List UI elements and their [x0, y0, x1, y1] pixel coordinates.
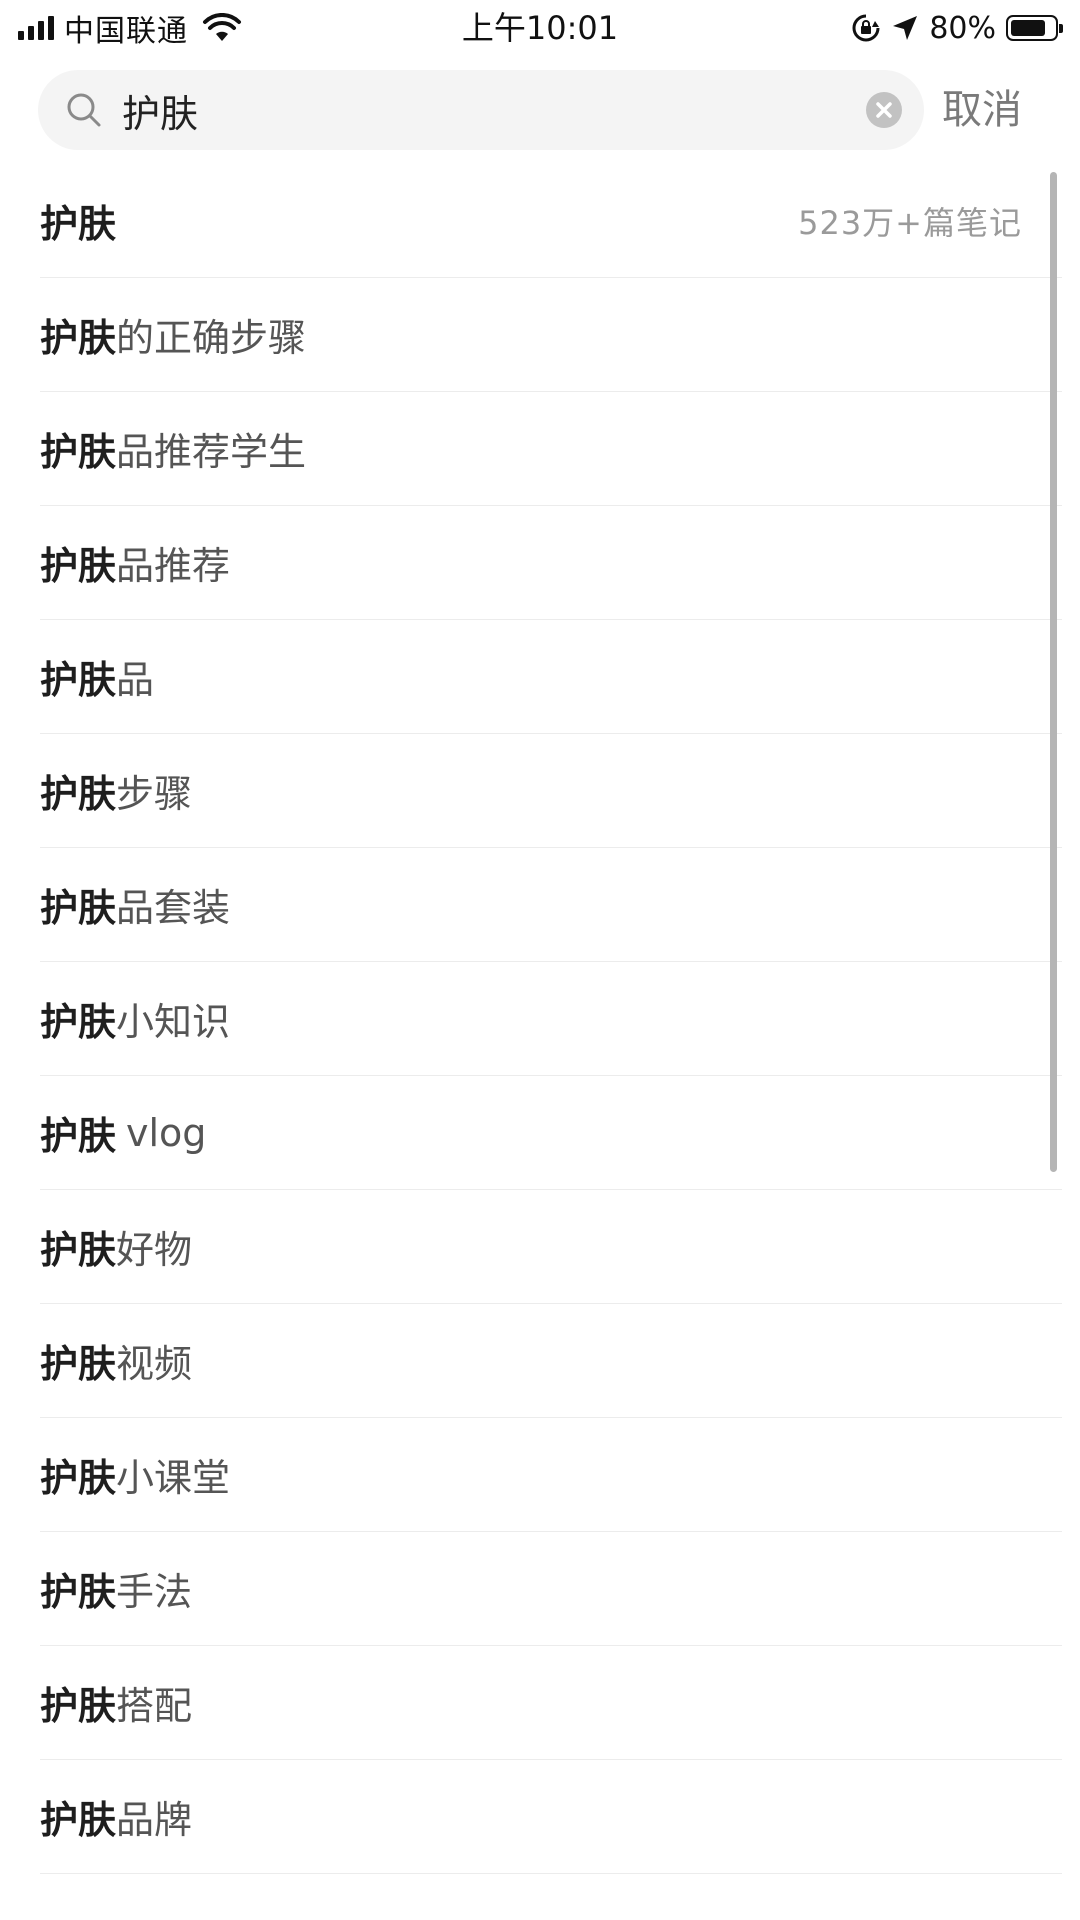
suggestion-rest: 品推荐	[116, 544, 231, 588]
suggestion-rest: vlog	[126, 1110, 207, 1155]
suggestion-rest: 步骤	[116, 772, 193, 816]
suggestion-rest: 手法	[116, 1570, 193, 1614]
suggestion-rest: 搭配	[116, 1684, 193, 1728]
suggestion-item[interactable]: 护肤品	[40, 620, 1062, 734]
battery-icon	[1006, 15, 1063, 41]
status-bar: 中国联通 上午10:01 80%	[0, 0, 1080, 56]
suggestion-item[interactable]: 护肤 小课堂	[40, 1418, 1062, 1532]
search-icon	[67, 93, 101, 127]
suggestion-item[interactable]: 护肤 523万+篇笔记	[40, 164, 1062, 278]
suggestion-keyword: 护肤	[40, 430, 117, 474]
battery-nub	[1059, 24, 1063, 33]
suggestion-item[interactable]: 护肤 步骤	[40, 734, 1062, 848]
suggestion-item[interactable]: 护肤 的正确步骤	[40, 278, 1062, 392]
suggestion-rest: 品套装	[116, 886, 231, 930]
clear-icon[interactable]	[866, 92, 902, 128]
suggestion-keyword: 护肤	[40, 1000, 117, 1044]
suggestion-item[interactable]: 护肤 搭配	[40, 1646, 1062, 1760]
suggestion-keyword: 护肤	[40, 1456, 117, 1500]
suggestion-rest: 品牌	[116, 1798, 193, 1842]
suggestion-item[interactable]: 护肤 好物	[40, 1190, 1062, 1304]
cancel-button[interactable]: 取消	[942, 70, 1022, 150]
search-header: 取消	[38, 70, 1058, 150]
suggestion-rest: 小知识	[116, 1000, 231, 1044]
suggestion-item[interactable]: 护肤 品套装	[40, 848, 1062, 962]
note-count: 523万+篇笔记	[798, 203, 1022, 242]
suggestion-keyword: 护肤	[40, 316, 117, 360]
suggestion-keyword: 护肤	[40, 1228, 117, 1272]
suggestion-item[interactable]: 护肤 品推荐学生	[40, 392, 1062, 506]
suggestion-item[interactable]: 护肤 品推荐	[40, 506, 1062, 620]
suggestion-item[interactable]: 护肤 手法	[40, 1532, 1062, 1646]
suggestion-keyword: 护肤	[40, 772, 117, 816]
scroll-indicator[interactable]	[1050, 172, 1057, 1172]
suggestion-rest: 视频	[116, 1342, 193, 1386]
suggestion-item[interactable]: 护肤 视频	[40, 1304, 1062, 1418]
suggestion-list: 护肤 523万+篇笔记 护肤 的正确步骤 护肤 品推荐学生 护肤 品推荐 护肤品 护肤…	[0, 164, 1080, 1874]
search-input[interactable]	[122, 78, 802, 142]
suggestion-keyword: 护肤	[40, 1798, 117, 1842]
suggestion-keyword: 护肤	[40, 1570, 117, 1614]
suggestion-rest: 品推荐学生	[116, 430, 307, 474]
orientation-lock-icon	[852, 14, 880, 42]
battery-fill	[1011, 20, 1045, 36]
suggestion-keyword: 护肤	[40, 1684, 117, 1728]
suggestion-keyword: 护肤	[40, 1114, 117, 1158]
clear-x-glyph	[876, 102, 892, 118]
suggestion-rest: 的正确步骤	[116, 316, 307, 360]
suggestion-keyword: 护肤	[40, 658, 117, 702]
suggestion-rest: 品	[116, 658, 155, 702]
search-box[interactable]	[38, 70, 924, 150]
suggestion-keyword: 护肤	[40, 886, 117, 930]
suggestion-keyword: 护肤	[40, 1342, 117, 1386]
status-right: 80%	[851, 8, 1063, 48]
suggestion-item[interactable]: 护肤 小知识	[40, 962, 1062, 1076]
suggestion-rest: 好物	[116, 1228, 193, 1272]
suggestion-rest: 小课堂	[116, 1456, 231, 1500]
suggestion-keyword: 护肤	[40, 544, 117, 588]
suggestion-item[interactable]: 护肤 vlog	[40, 1076, 1062, 1190]
location-arrow-icon	[893, 16, 918, 40]
suggestion-item[interactable]: 护肤 品牌	[40, 1760, 1062, 1874]
battery-percent: 80%	[929, 10, 996, 46]
suggestion-keyword: 护肤	[40, 202, 117, 246]
